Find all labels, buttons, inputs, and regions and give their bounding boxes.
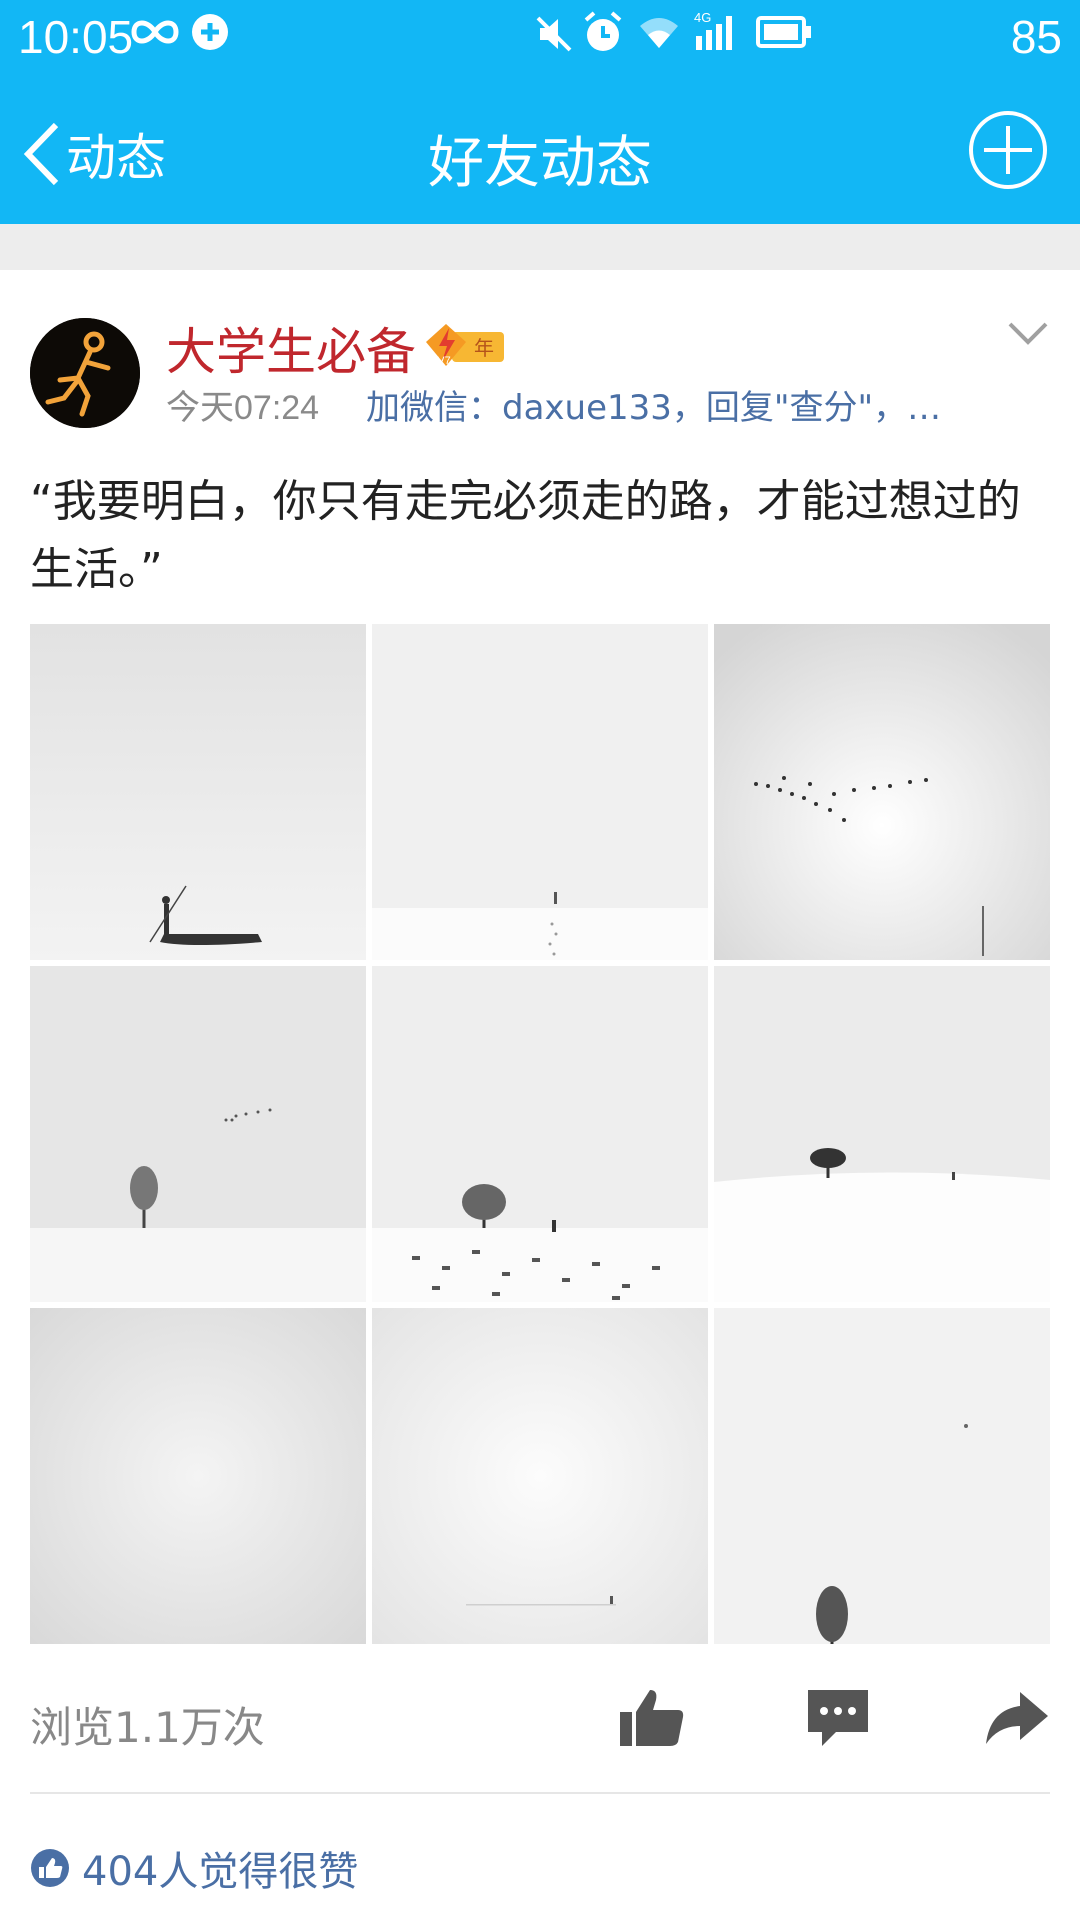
birds-flock-image xyxy=(714,624,1050,960)
battery-percent: 85 xyxy=(1010,11,1062,63)
alarm-icon xyxy=(584,11,622,51)
status-bar: 10:05 4G 85 xyxy=(0,0,1080,80)
foggy-image xyxy=(30,1308,366,1644)
image-tile[interactable] xyxy=(372,966,708,1302)
thumbs-up-icon[interactable] xyxy=(616,1686,688,1750)
image-tile[interactable] xyxy=(714,1308,1050,1644)
chevron-down-icon[interactable] xyxy=(1006,316,1050,350)
view-count: 浏览1.1万次 xyxy=(30,1703,265,1752)
image-tile[interactable] xyxy=(372,1308,708,1644)
snow-walker-image xyxy=(372,624,708,960)
image-tile[interactable] xyxy=(714,624,1050,960)
svg-text:LV7: LV7 xyxy=(432,355,451,367)
svg-text:年: 年 xyxy=(474,336,494,360)
section-gap xyxy=(0,224,1080,270)
image-tile[interactable] xyxy=(372,624,708,960)
top-bar: 10:05 4G 85 动态 好友动态 xyxy=(0,0,1080,224)
plus-circle-icon[interactable] xyxy=(968,110,1048,190)
battery-icon xyxy=(756,16,811,48)
wifi-icon xyxy=(640,18,678,48)
status-time: 10:05 xyxy=(18,11,134,63)
level-badge-icon: 年 LV7 xyxy=(426,324,504,367)
image-tile[interactable] xyxy=(30,966,366,1302)
author-name[interactable]: 大学生必备 xyxy=(166,312,416,384)
qq-sync-icon xyxy=(192,14,228,50)
mute-icon xyxy=(536,16,572,52)
tree-hill-image xyxy=(714,966,1050,1302)
4g-signal-icon: 4G xyxy=(694,10,732,50)
share-icon[interactable] xyxy=(980,1686,1052,1750)
title-bar: 动态 好友动态 xyxy=(0,80,1080,224)
avatar[interactable] xyxy=(30,318,140,428)
image-tile[interactable] xyxy=(714,966,1050,1302)
tree-footprints-image xyxy=(372,966,708,1302)
likes-count: 404人觉得很赞 xyxy=(82,1849,359,1895)
page-title: 好友动态 xyxy=(428,131,652,196)
runner-avatar-icon xyxy=(30,318,140,428)
comment-icon[interactable] xyxy=(802,1686,874,1750)
likes-row[interactable]: 404人觉得很赞 xyxy=(30,1838,358,1898)
infinity-icon xyxy=(131,20,179,44)
divider xyxy=(30,1792,1050,1794)
tree-birds-image xyxy=(30,966,366,1302)
svg-text:4G: 4G xyxy=(694,10,711,25)
image-tile[interactable] xyxy=(30,1308,366,1644)
bare-tree-image xyxy=(714,1308,1050,1644)
image-grid xyxy=(30,624,1050,1644)
post-text: “我要明白，你只有走完必须走的路，才能过想过的生活。” xyxy=(30,476,1021,595)
post-time: 今天07:24 xyxy=(166,389,320,427)
post-source[interactable]: 加微信：daxue133，回复"查分"，… xyxy=(366,380,941,429)
distant-figure-image xyxy=(372,1308,708,1644)
like-badge-icon xyxy=(31,1849,69,1887)
snow-boat-image xyxy=(30,624,366,960)
image-tile[interactable] xyxy=(30,624,366,960)
